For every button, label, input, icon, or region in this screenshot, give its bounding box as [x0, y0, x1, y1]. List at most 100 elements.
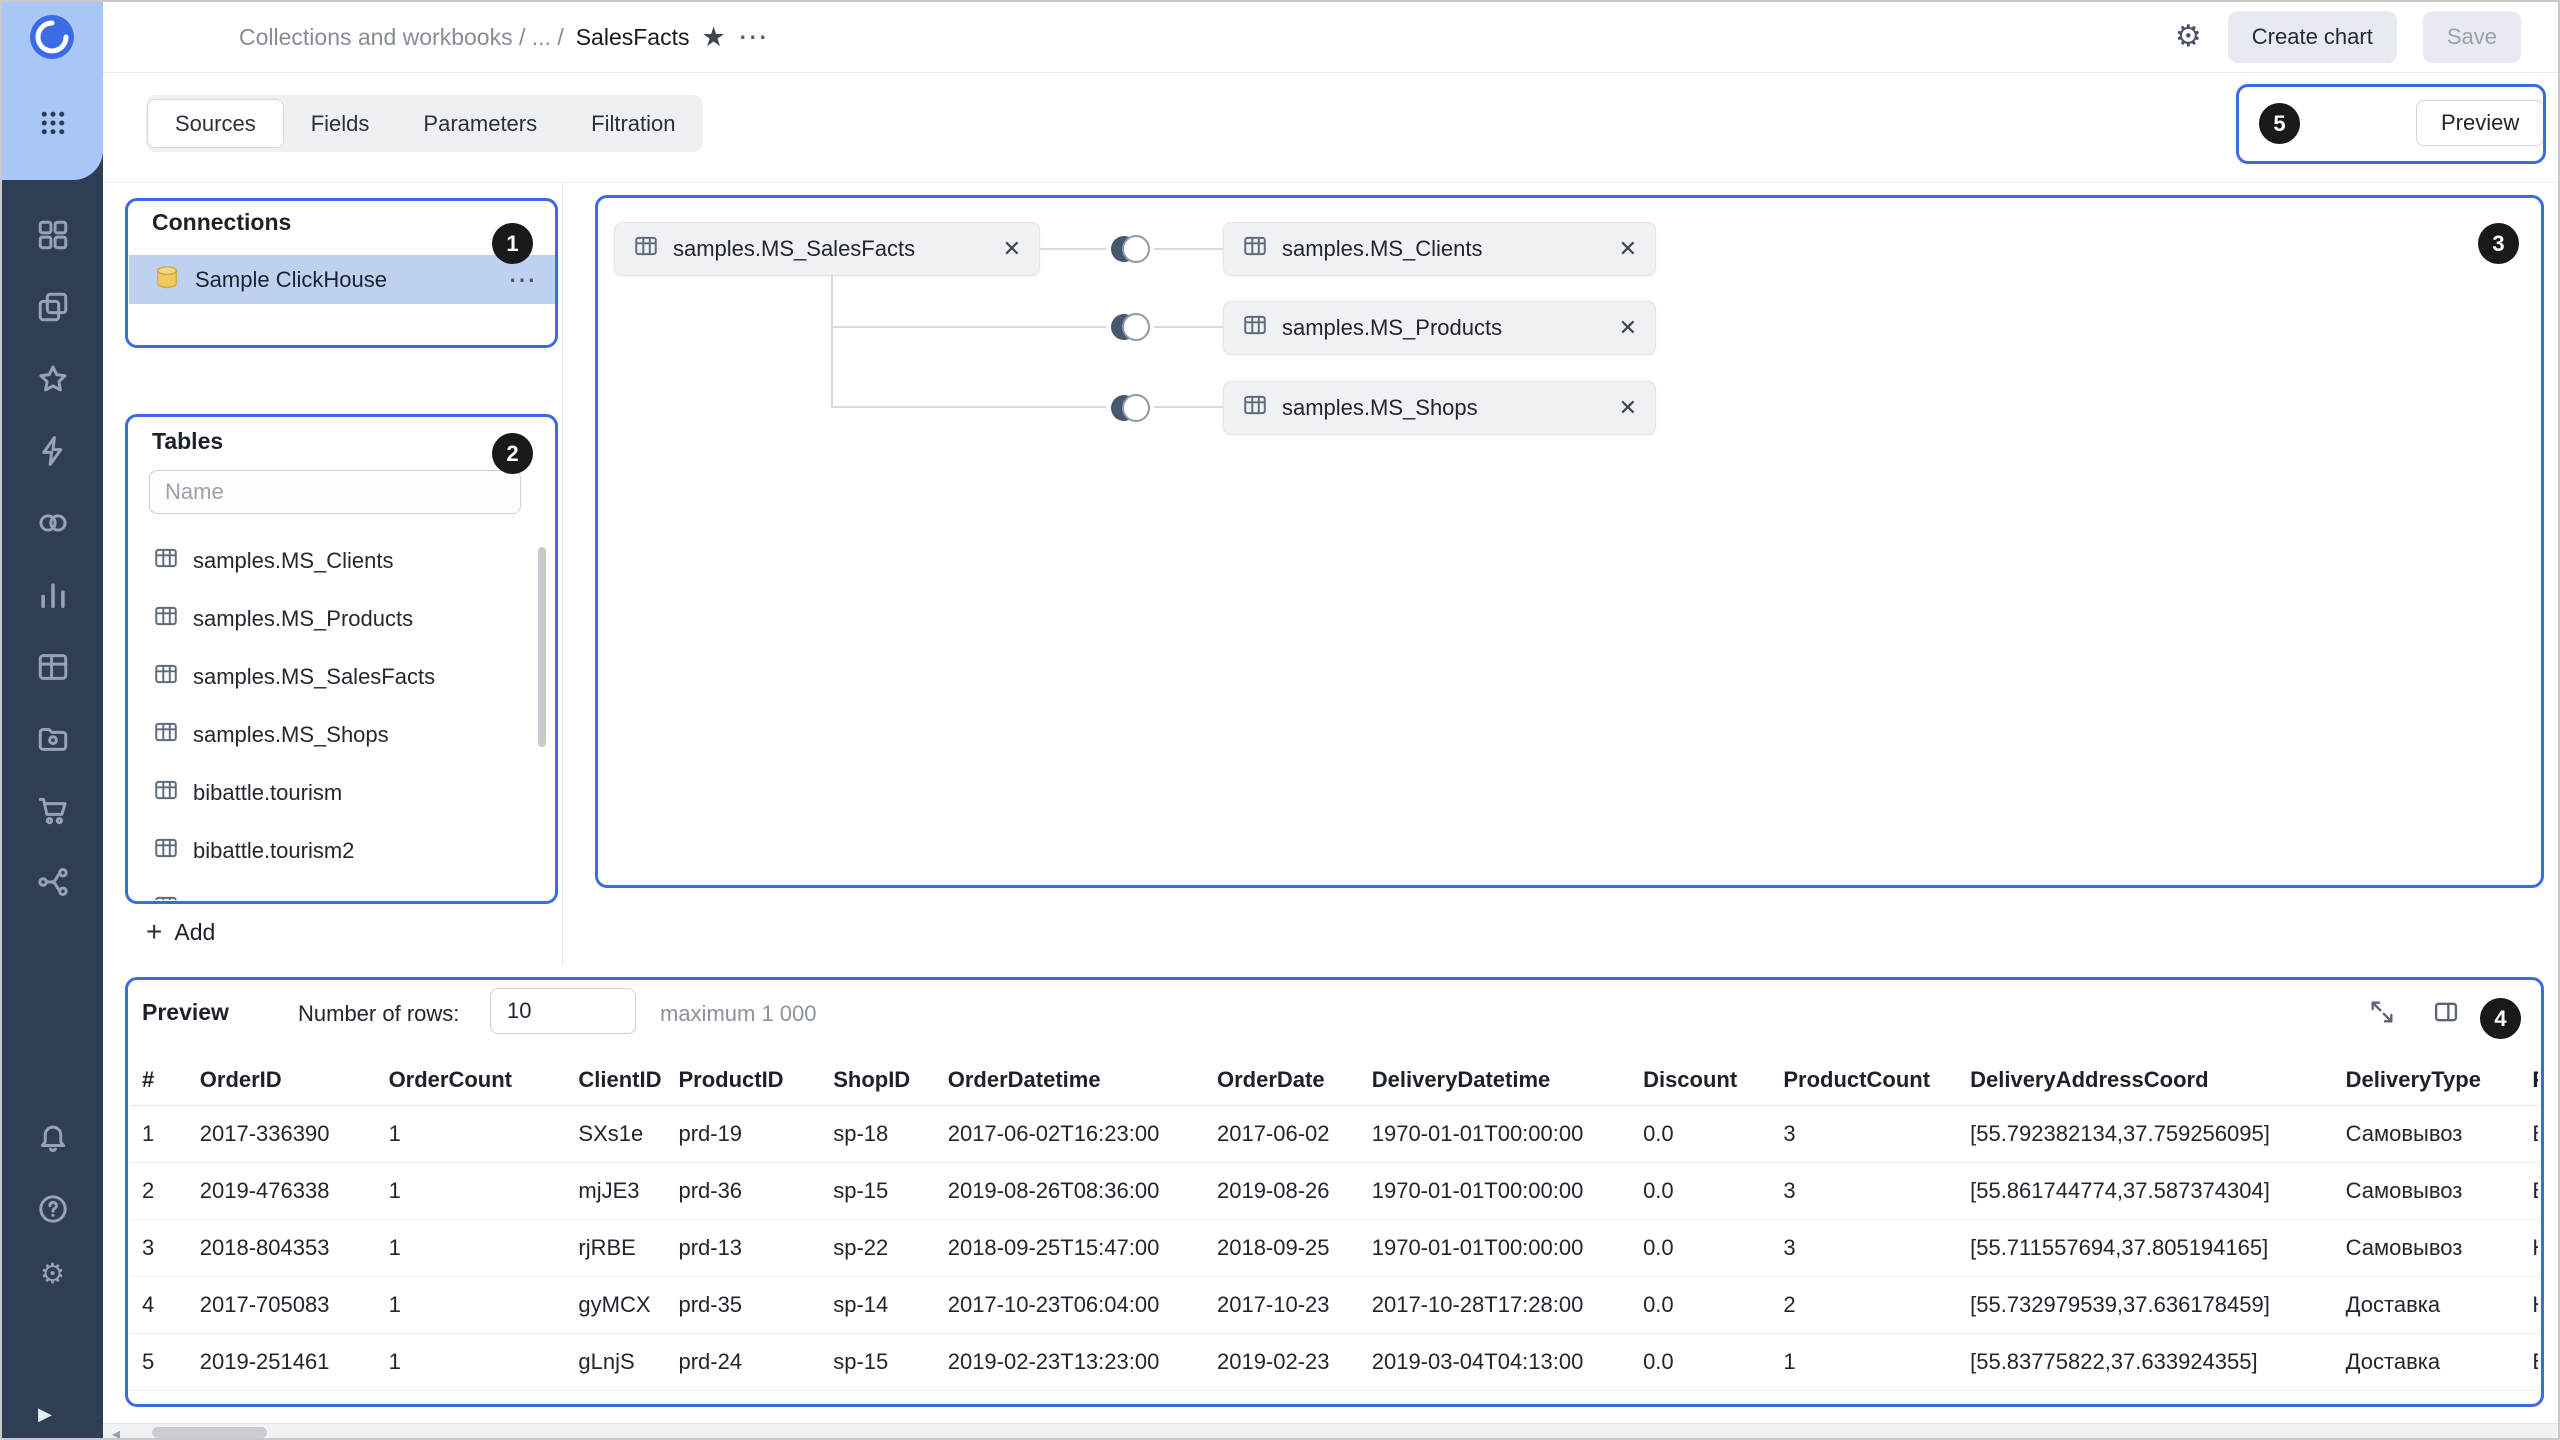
favorites-star-icon[interactable]	[2, 362, 103, 396]
cell: 2019-08-26	[1205, 1162, 1360, 1219]
add-table-button[interactable]: + Add	[146, 910, 215, 954]
collections-layers-icon[interactable]	[2, 290, 103, 324]
table-name: samples.MS_Products	[193, 606, 413, 632]
joined-table-chip[interactable]: samples.MS_Products ✕	[1223, 301, 1656, 355]
source-table-chip[interactable]: samples.MS_SalesFacts ✕	[614, 222, 1040, 276]
table-list-item[interactable]: samples.MS_SalesFacts	[129, 648, 533, 706]
cell: 2017-336390	[188, 1105, 377, 1162]
table-list-item[interactable]: samples.MS_Products	[129, 590, 533, 648]
scroll-left-arrow-icon[interactable]: ◂	[112, 1424, 120, 1440]
linked-rings-icon[interactable]	[2, 506, 103, 540]
bar-chart-icon[interactable]	[2, 578, 103, 612]
logo-block	[2, 2, 103, 180]
cell: SXs1e	[566, 1105, 666, 1162]
cell: [55.711557694,37.805194165]	[1958, 1219, 2334, 1276]
joined-table-chip[interactable]: samples.MS_Shops ✕	[1223, 381, 1656, 435]
preview-toggle-button[interactable]: Preview	[2416, 100, 2544, 146]
join-connector-line	[1040, 248, 1106, 250]
dataset-table-icon[interactable]	[2, 650, 103, 684]
tables-list: samples.MS_Clients samples.MS_Products s…	[129, 532, 533, 900]
table-name: bibattle.tourism2	[193, 838, 354, 864]
flow-branches-icon[interactable]	[2, 865, 103, 899]
join-type-icon[interactable]	[1106, 231, 1154, 272]
cell: [55.792382134,37.759256095]	[1958, 1105, 2334, 1162]
table-name: samples.MS_Clients	[193, 548, 394, 574]
tables-scrollbar[interactable]	[538, 547, 546, 747]
cell: 2019-476338	[188, 1162, 377, 1219]
table-list-item[interactable]: bibattle.tourism	[129, 764, 533, 822]
cell: Доставка	[2334, 1333, 2521, 1390]
cell: 3	[1771, 1219, 1958, 1276]
tab-filtration[interactable]: Filtration	[564, 99, 702, 148]
cell: 3	[1771, 1105, 1958, 1162]
cell: sp-15	[821, 1333, 936, 1390]
source-table-name: samples.MS_SalesFacts	[673, 236, 915, 262]
settings-gear-icon[interactable]: ⚙	[2175, 22, 2202, 52]
expand-preview-icon[interactable]	[2368, 998, 2396, 1026]
breadcrumb-prefix[interactable]: Collections and workbooks / ... /	[239, 24, 564, 51]
connection-item-selected[interactable]: Sample ClickHouse ⋯	[129, 255, 556, 304]
sidebar-collapse-icon[interactable]: ▶	[38, 1404, 52, 1425]
column-header: ProductID	[666, 1056, 821, 1105]
rows-count-label: Number of rows:	[298, 1001, 459, 1027]
cart-icon[interactable]	[2, 793, 103, 827]
tab-sources[interactable]: Sources	[147, 99, 284, 148]
column-header: OrderDatetime	[936, 1056, 1205, 1105]
cell: 1	[377, 1276, 567, 1333]
remove-table-icon[interactable]: ✕	[1619, 315, 1637, 341]
remove-table-icon[interactable]: ✕	[1003, 236, 1021, 262]
cell: 1	[377, 1162, 567, 1219]
horizontal-scrollbar[interactable]	[103, 1423, 2560, 1440]
datalens-logo-icon[interactable]	[29, 14, 75, 65]
folder-image-icon[interactable]	[2, 721, 103, 755]
table-icon	[633, 233, 659, 265]
table-list-item[interactable]: bibattle.touris	[129, 880, 533, 900]
table-list-item[interactable]: samples.MS_Clients	[129, 532, 533, 590]
apps-grid-icon[interactable]	[38, 108, 68, 143]
joined-table-chip[interactable]: samples.MS_Clients ✕	[1223, 222, 1656, 276]
callout-canvas	[595, 195, 2544, 888]
table-name: samples.MS_SalesFacts	[193, 664, 435, 690]
tab-fields[interactable]: Fields	[284, 99, 397, 148]
connection-name: Sample ClickHouse	[195, 267, 387, 293]
toolbar-divider	[103, 182, 2560, 183]
cell: 2019-251461	[188, 1333, 377, 1390]
column-header: Payme	[2520, 1056, 2538, 1105]
join-type-icon[interactable]	[1106, 309, 1154, 350]
table-icon	[153, 603, 179, 635]
tables-search-input[interactable]	[149, 470, 521, 514]
cell: Банков	[2520, 1162, 2538, 1219]
preview-header-row: #OrderIDOrderCountClientIDProductIDShopI…	[130, 1056, 2538, 1105]
settings-gear-icon[interactable]: ⚙	[2, 1260, 103, 1288]
save-button[interactable]: Save	[2423, 11, 2521, 63]
column-header: Discount	[1631, 1056, 1771, 1105]
cell: prd-24	[666, 1333, 821, 1390]
join-connector-line	[831, 276, 833, 408]
tab-parameters[interactable]: Parameters	[396, 99, 564, 148]
remove-table-icon[interactable]: ✕	[1619, 395, 1637, 421]
cell: 5	[130, 1333, 188, 1390]
cell: rjRBE	[566, 1219, 666, 1276]
question-icon[interactable]	[2, 1192, 103, 1226]
overflow-menu-icon[interactable]: ⋯	[738, 20, 770, 55]
remove-table-icon[interactable]: ✕	[1619, 236, 1637, 262]
table-list-item[interactable]: bibattle.tourism2	[129, 822, 533, 880]
split-view-icon[interactable]	[2432, 998, 2460, 1026]
widgets-grid-icon[interactable]	[2, 218, 103, 252]
callout-badge-1: 1	[492, 223, 533, 264]
create-chart-button[interactable]: Create chart	[2228, 11, 2397, 63]
cell: 2019-02-23T13:23:00	[936, 1333, 1205, 1390]
rows-count-input[interactable]	[490, 988, 636, 1034]
connection-menu-icon[interactable]: ⋯	[508, 266, 536, 294]
cell: 2018-804353	[188, 1219, 377, 1276]
lightning-icon[interactable]	[2, 434, 103, 468]
table-list-item[interactable]: samples.MS_Shops	[129, 706, 533, 764]
bell-icon[interactable]	[2, 1120, 103, 1154]
favorite-star-icon[interactable]: ★	[701, 22, 725, 53]
join-connector-line	[1154, 326, 1223, 328]
cell: 2017-06-02	[1205, 1105, 1360, 1162]
breadcrumb-current: SalesFacts	[576, 24, 690, 51]
join-type-icon[interactable]	[1106, 390, 1154, 431]
table-icon	[153, 893, 179, 900]
horizontal-scrollbar-thumb[interactable]	[152, 1427, 267, 1438]
